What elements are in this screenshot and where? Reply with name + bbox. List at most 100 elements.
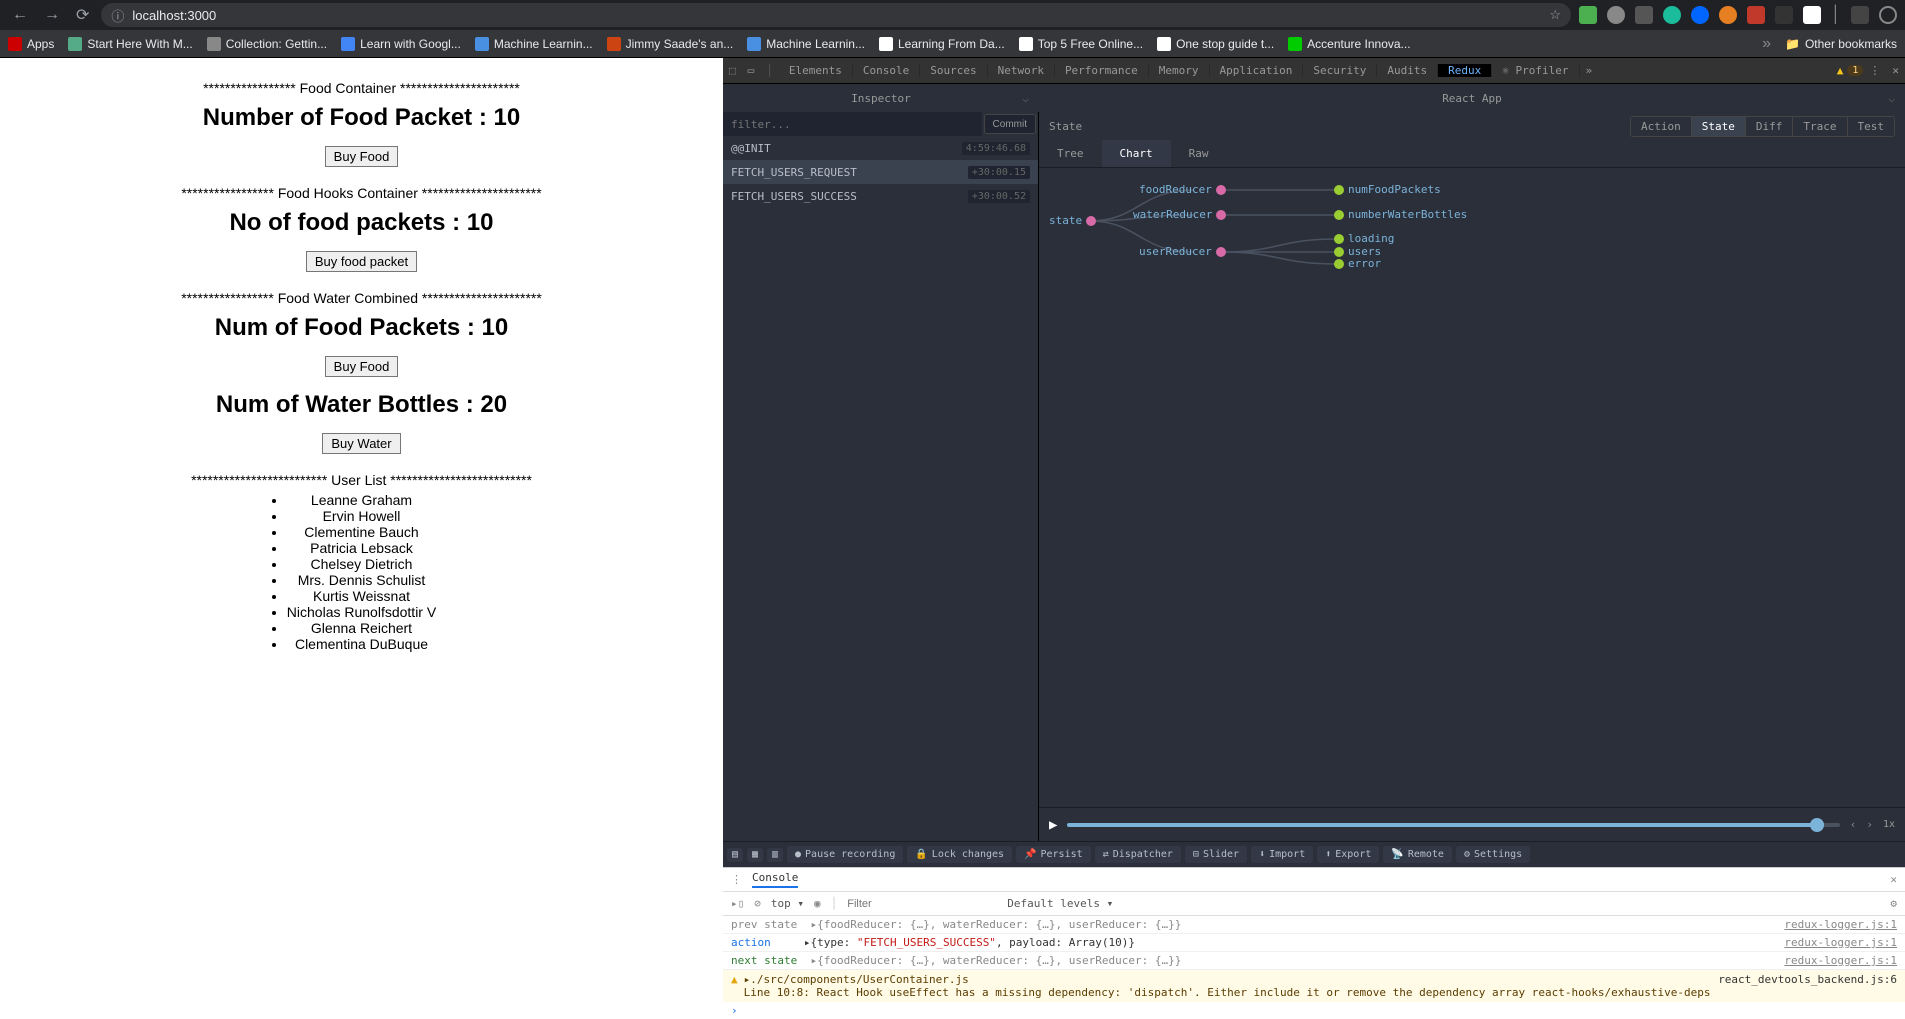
commit-button[interactable]: Commit — [984, 114, 1036, 134]
device-icon[interactable]: ▭ — [742, 64, 761, 77]
toolbar-export[interactable]: ⬆Export — [1317, 846, 1379, 863]
toolbar-settings[interactable]: ⚙Settings — [1456, 846, 1530, 863]
bookmark-item[interactable]: Start Here With M... — [68, 37, 192, 51]
sidebar-toggle-icon[interactable]: ▸▯ — [731, 897, 744, 910]
eye-icon[interactable]: ◉ — [814, 897, 821, 910]
ext-icon[interactable] — [1691, 6, 1709, 24]
back-button[interactable]: ← — [8, 2, 32, 28]
ext-icon[interactable] — [1775, 6, 1793, 24]
console-prompt[interactable]: › — [723, 1002, 1905, 1019]
ext-icon[interactable] — [1579, 6, 1597, 24]
ext-icon[interactable] — [1607, 6, 1625, 24]
devtools-tab-application[interactable]: Application — [1210, 64, 1304, 77]
ext-icon[interactable] — [1803, 6, 1821, 24]
ext-icon[interactable] — [1635, 6, 1653, 24]
section-marker: ***************** Food Hooks Container *… — [0, 185, 723, 201]
devtools-tab-redux[interactable]: Redux — [1438, 64, 1492, 77]
toolbar-slider[interactable]: ⊟Slider — [1185, 846, 1247, 863]
devtools-tab-audits[interactable]: Audits — [1377, 64, 1438, 77]
bookmark-item[interactable]: Machine Learnin... — [475, 37, 593, 51]
segment-trace[interactable]: Trace — [1793, 117, 1847, 136]
view-tab-chart[interactable]: Chart — [1102, 140, 1171, 167]
buy-food-button[interactable]: Buy Food — [325, 146, 399, 167]
action-row[interactable]: @@INIT4:59:46.68 — [723, 136, 1038, 160]
log-levels-select[interactable]: Default levels ▾ — [1007, 897, 1113, 910]
source-link[interactable]: react_devtools_backend.js:6 — [1718, 973, 1897, 986]
overflow-icon[interactable]: » — [1762, 35, 1771, 53]
devtools-tab-network[interactable]: Network — [988, 64, 1055, 77]
filter-input[interactable] — [723, 112, 982, 136]
more-tabs-icon[interactable]: » — [1580, 64, 1599, 77]
segment-action[interactable]: Action — [1631, 117, 1692, 136]
bookmark-item[interactable]: Apps — [8, 37, 54, 51]
devtools-tab-elements[interactable]: Elements — [779, 64, 853, 77]
layout-icon[interactable]: ▦ — [747, 848, 763, 862]
buy-water-button[interactable]: Buy Water — [322, 433, 400, 454]
section-marker: ************************* User List ****… — [0, 472, 723, 488]
devtools-tab-profiler[interactable]: ⚛ Profiler — [1492, 64, 1579, 77]
close-devtools-icon[interactable]: ✕ — [1886, 64, 1905, 77]
prev-button[interactable]: ‹ — [1850, 818, 1857, 831]
toolbar-dispatcher[interactable]: ⇄Dispatcher — [1095, 846, 1181, 863]
bookmark-star-icon[interactable]: ☆ — [1549, 7, 1561, 23]
buy-food-packet-button[interactable]: Buy food packet — [306, 251, 417, 272]
bookmark-item[interactable]: Jimmy Saade's an... — [607, 37, 734, 51]
bookmark-item[interactable]: Accenture Innova... — [1288, 37, 1410, 51]
state-chart[interactable]: state foodReducer waterReducer userReduc… — [1039, 168, 1905, 807]
ext-icon[interactable] — [1851, 6, 1869, 24]
toolbar-persist[interactable]: 📌Persist — [1016, 846, 1091, 863]
devtools-tab-sources[interactable]: Sources — [920, 64, 987, 77]
kebab-icon[interactable]: ⋮ — [1863, 64, 1886, 77]
react-app-dropdown[interactable]: React App⌵ — [1039, 84, 1905, 112]
devtools-tab-memory[interactable]: Memory — [1149, 64, 1210, 77]
reload-button[interactable]: ⟳ — [72, 1, 93, 29]
profile-avatar[interactable] — [1879, 6, 1897, 24]
inspector-dropdown[interactable]: Inspector⌵ — [723, 84, 1039, 112]
bookmark-item[interactable]: Machine Learnin... — [747, 37, 865, 51]
console-filter-input[interactable] — [847, 898, 997, 910]
devtools-tab-performance[interactable]: Performance — [1055, 64, 1149, 77]
warning-badge[interactable]: ▲1 — [1837, 64, 1864, 77]
devtools-tab-console[interactable]: Console — [853, 64, 920, 77]
segment-diff[interactable]: Diff — [1746, 117, 1794, 136]
forward-button[interactable]: → — [40, 2, 64, 28]
inspect-icon[interactable]: ⬚ — [723, 64, 742, 77]
buy-food-combined-button[interactable]: Buy Food — [325, 356, 399, 377]
action-row[interactable]: FETCH_USERS_SUCCESS+30:00.52 — [723, 184, 1038, 208]
ext-icon[interactable] — [1719, 6, 1737, 24]
source-link[interactable]: redux-logger.js:1 — [1784, 918, 1897, 931]
layout-icon[interactable]: ▤ — [727, 848, 743, 862]
speed-label[interactable]: 1x — [1883, 819, 1895, 830]
toolbar-import[interactable]: ⬇Import — [1251, 846, 1313, 863]
clear-console-icon[interactable]: ⊘ — [754, 897, 761, 910]
toolbar-lock-changes[interactable]: 🔒Lock changes — [907, 846, 1012, 863]
other-bookmarks[interactable]: 📁 Other bookmarks — [1785, 37, 1897, 51]
view-tab-tree[interactable]: Tree — [1039, 140, 1102, 167]
source-link[interactable]: redux-logger.js:1 — [1784, 936, 1897, 949]
segment-state[interactable]: State — [1692, 117, 1746, 136]
source-link[interactable]: redux-logger.js:1 — [1784, 954, 1897, 967]
next-button[interactable]: › — [1866, 818, 1873, 831]
bookmark-item[interactable]: Collection: Gettin... — [207, 37, 327, 51]
action-row[interactable]: FETCH_USERS_REQUEST+30:00.15 — [723, 160, 1038, 184]
segment-test[interactable]: Test — [1848, 117, 1895, 136]
timeline-slider[interactable] — [1067, 823, 1839, 827]
view-tab-raw[interactable]: Raw — [1171, 140, 1227, 167]
bookmark-item[interactable]: Learning From Da... — [879, 37, 1005, 51]
close-console-icon[interactable]: ✕ — [1890, 873, 1897, 886]
ext-icon[interactable] — [1663, 6, 1681, 24]
console-menu-icon[interactable]: ⋮ — [731, 873, 742, 886]
bookmark-item[interactable]: One stop guide t... — [1157, 37, 1274, 51]
ext-icon[interactable] — [1747, 6, 1765, 24]
layout-icon[interactable]: ▥ — [767, 848, 783, 862]
console-tab[interactable]: Console — [752, 871, 798, 888]
bookmark-item[interactable]: Learn with Googl... — [341, 37, 461, 51]
url-bar[interactable]: ⓘ localhost:3000 ☆ — [101, 3, 1571, 27]
devtools-tab-security[interactable]: Security — [1303, 64, 1377, 77]
scope-select[interactable]: top ▾ — [771, 897, 804, 910]
console-settings-icon[interactable]: ⚙ — [1890, 897, 1897, 910]
play-button[interactable]: ▶ — [1049, 817, 1057, 833]
toolbar-remote[interactable]: 📡Remote — [1383, 846, 1452, 863]
bookmark-item[interactable]: Top 5 Free Online... — [1019, 37, 1143, 51]
toolbar-pause-recording[interactable]: ●Pause recording — [787, 846, 903, 863]
